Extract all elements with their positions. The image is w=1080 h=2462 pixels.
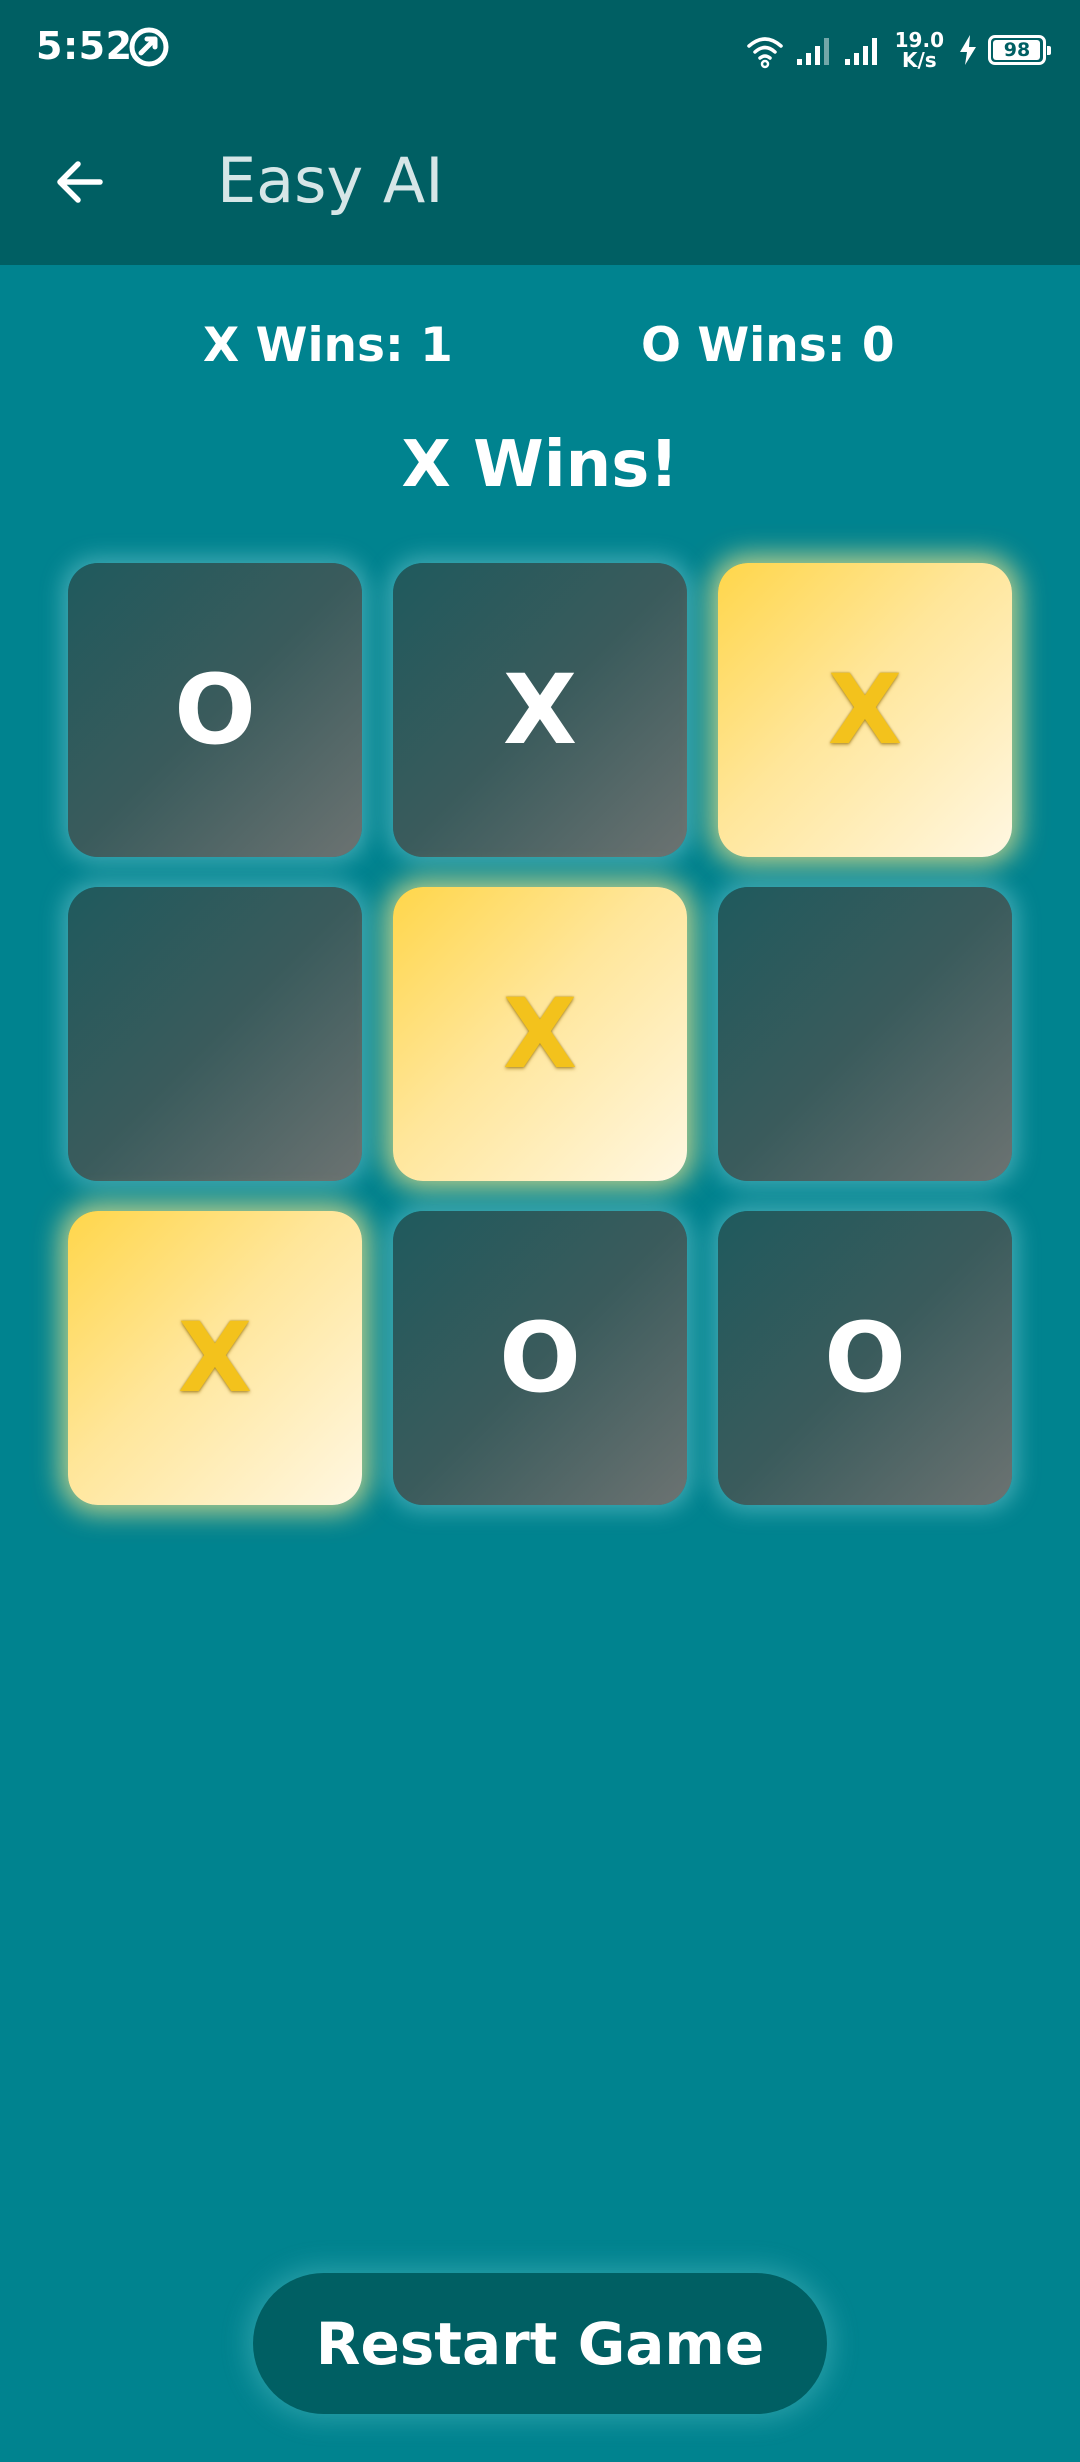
signal-strength-icon-sim1 bbox=[796, 38, 829, 65]
network-speed: 19.0 K/s bbox=[895, 30, 944, 70]
cell-mark: X bbox=[502, 654, 577, 766]
status-bar: 5:52 19.0 K/s 98 bbox=[0, 0, 1080, 100]
network-speed-value: 19.0 bbox=[894, 28, 944, 52]
board-cell-3[interactable]: X bbox=[718, 563, 1012, 857]
notification-app-icon bbox=[129, 27, 169, 67]
cell-mark: X bbox=[502, 978, 577, 1090]
network-speed-unit: K/s bbox=[901, 48, 937, 72]
signal-strength-icon-sim2 bbox=[844, 38, 877, 65]
status-time: 5:52 bbox=[36, 24, 133, 68]
board-cell-5[interactable]: X bbox=[393, 887, 687, 1181]
back-button[interactable] bbox=[40, 142, 120, 222]
cell-mark: O bbox=[174, 654, 256, 766]
x-score-label: X Wins: 1 bbox=[203, 318, 453, 373]
battery-level-text: 98 bbox=[1003, 39, 1031, 61]
battery-tip bbox=[1047, 46, 1051, 55]
cell-mark: X bbox=[827, 654, 902, 766]
cell-mark: O bbox=[499, 1302, 581, 1414]
app-bar: Easy AI bbox=[0, 100, 1080, 265]
arrow-left-icon bbox=[57, 161, 103, 203]
board-cell-4[interactable] bbox=[68, 887, 362, 1181]
cell-mark: X bbox=[177, 1302, 252, 1414]
board-cell-2[interactable]: X bbox=[393, 563, 687, 857]
page-title: Easy AI bbox=[217, 144, 444, 217]
wifi-icon bbox=[746, 37, 783, 69]
board-cell-6[interactable] bbox=[718, 887, 1012, 1181]
restart-game-button[interactable]: Restart Game bbox=[253, 2273, 827, 2414]
board-cell-9[interactable]: O bbox=[718, 1211, 1012, 1505]
game-status-text: X Wins! bbox=[401, 428, 679, 502]
cell-mark: O bbox=[824, 1302, 906, 1414]
board-cell-1[interactable]: O bbox=[68, 563, 362, 857]
battery-indicator: 98 bbox=[988, 35, 1051, 65]
board-cell-8[interactable]: O bbox=[393, 1211, 687, 1505]
board-cell-7[interactable]: X bbox=[68, 1211, 362, 1505]
game-board: O X X X X O O bbox=[68, 563, 1012, 1507]
o-score-label: O Wins: 0 bbox=[641, 318, 895, 373]
charging-bolt-icon bbox=[960, 35, 976, 65]
